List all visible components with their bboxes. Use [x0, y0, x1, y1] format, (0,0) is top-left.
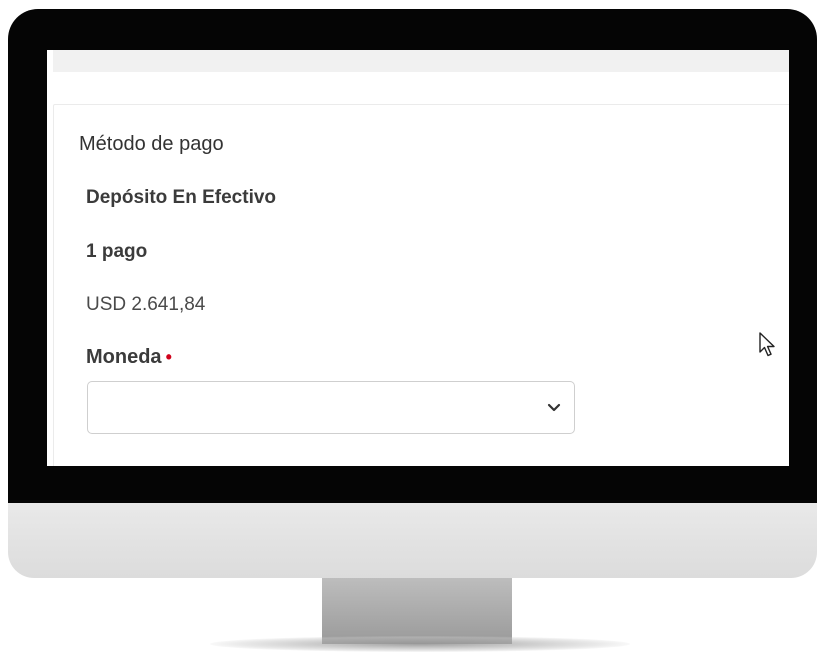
payment-method-title: Método de pago — [79, 133, 224, 155]
screen: Método de pago Depósito En Efectivo 1 pa… — [47, 50, 789, 466]
monitor-chin — [8, 503, 817, 578]
required-indicator: • — [165, 347, 172, 367]
payment-amount: USD 2.641,84 — [86, 294, 206, 315]
currency-select[interactable] — [87, 381, 575, 434]
mouse-cursor-icon — [759, 332, 775, 357]
currency-label: Moneda • — [86, 346, 172, 369]
monitor-stand — [322, 578, 512, 644]
currency-label-text: Moneda — [86, 346, 162, 368]
chevron-down-icon — [547, 403, 561, 412]
monitor-stand-shadow — [210, 636, 630, 652]
payment-method-name: Depósito En Efectivo — [86, 187, 277, 208]
previous-section-strip — [53, 50, 789, 72]
installments-text: 1 pago — [86, 241, 148, 262]
